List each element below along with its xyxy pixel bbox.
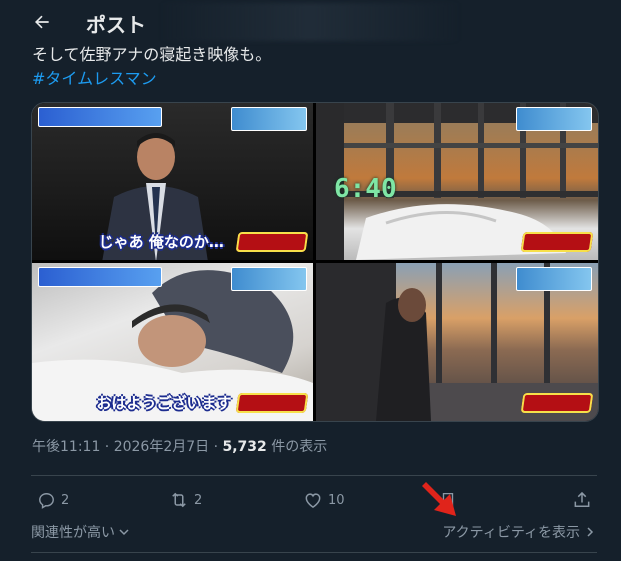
media-grid: じゃあ 俺なのか… 6:40 おはようございます — [31, 102, 599, 422]
location-banner — [231, 107, 307, 131]
views-suffix: 件の表示 — [266, 439, 328, 455]
tweet-text-line: そして佐野アナの寝起き映像も。 — [32, 45, 272, 64]
heart-icon — [305, 493, 321, 508]
annotation-arrow-icon — [422, 482, 456, 516]
views-count: 5,732 — [222, 439, 267, 455]
divider — [31, 475, 597, 476]
chevron-right-icon — [587, 527, 594, 537]
view-activity-link[interactable]: アクティビティを表示 — [442, 522, 596, 542]
show-logo — [235, 393, 309, 413]
activity-label: アクティビティを表示 — [442, 525, 580, 541]
media-image-2[interactable]: 6:40 — [316, 103, 598, 260]
show-logo — [520, 232, 594, 252]
media-image-4[interactable] — [316, 263, 598, 421]
top-bar: ポスト — [0, 0, 621, 44]
sort-label: 関連性が高い — [31, 525, 115, 541]
like-button[interactable]: 10 — [303, 488, 345, 512]
divider — [31, 552, 597, 553]
repost-button[interactable]: 2 — [169, 488, 202, 512]
page-title: ポスト — [86, 13, 146, 37]
repost-icon — [172, 492, 186, 508]
hashtag-link[interactable]: #タイムレスマン — [32, 67, 271, 91]
location-banner — [231, 267, 307, 291]
repost-count: 2 — [194, 492, 203, 508]
media-image-1[interactable]: じゃあ 俺なのか… — [32, 103, 313, 260]
chevron-down-icon — [119, 529, 129, 536]
show-logo — [520, 393, 594, 413]
like-count: 10 — [328, 492, 345, 508]
program-banner — [38, 107, 162, 127]
reply-icon — [39, 492, 54, 509]
clock-overlay: 6:40 — [334, 174, 397, 204]
tweet-meta: 午後11:11 · 2026年2月7日 · 5,732 件の表示 — [32, 436, 327, 456]
back-button[interactable] — [30, 10, 54, 34]
reply-count: 2 — [61, 492, 70, 508]
program-banner — [38, 267, 162, 287]
media-image-3[interactable]: おはようございます — [32, 263, 313, 421]
blurred-region — [160, 3, 460, 41]
image-caption: じゃあ 俺なのか… — [98, 233, 224, 251]
location-banner — [516, 267, 592, 291]
share-button[interactable] — [572, 488, 592, 512]
location-banner — [516, 107, 592, 131]
share-icon — [574, 491, 590, 507]
arrow-left-icon — [35, 15, 49, 29]
tweet-text: そして佐野アナの寝起き映像も。 #タイムレスマン — [32, 43, 271, 91]
action-bar: 2 2 10 — [31, 488, 597, 512]
image-caption: おはようございます — [96, 394, 232, 412]
sort-dropdown[interactable]: 関連性が高い — [31, 522, 130, 542]
reply-button[interactable]: 2 — [37, 488, 69, 512]
timestamp[interactable]: 午後11:11 · 2026年2月7日 · — [32, 439, 223, 455]
show-logo — [235, 232, 309, 252]
